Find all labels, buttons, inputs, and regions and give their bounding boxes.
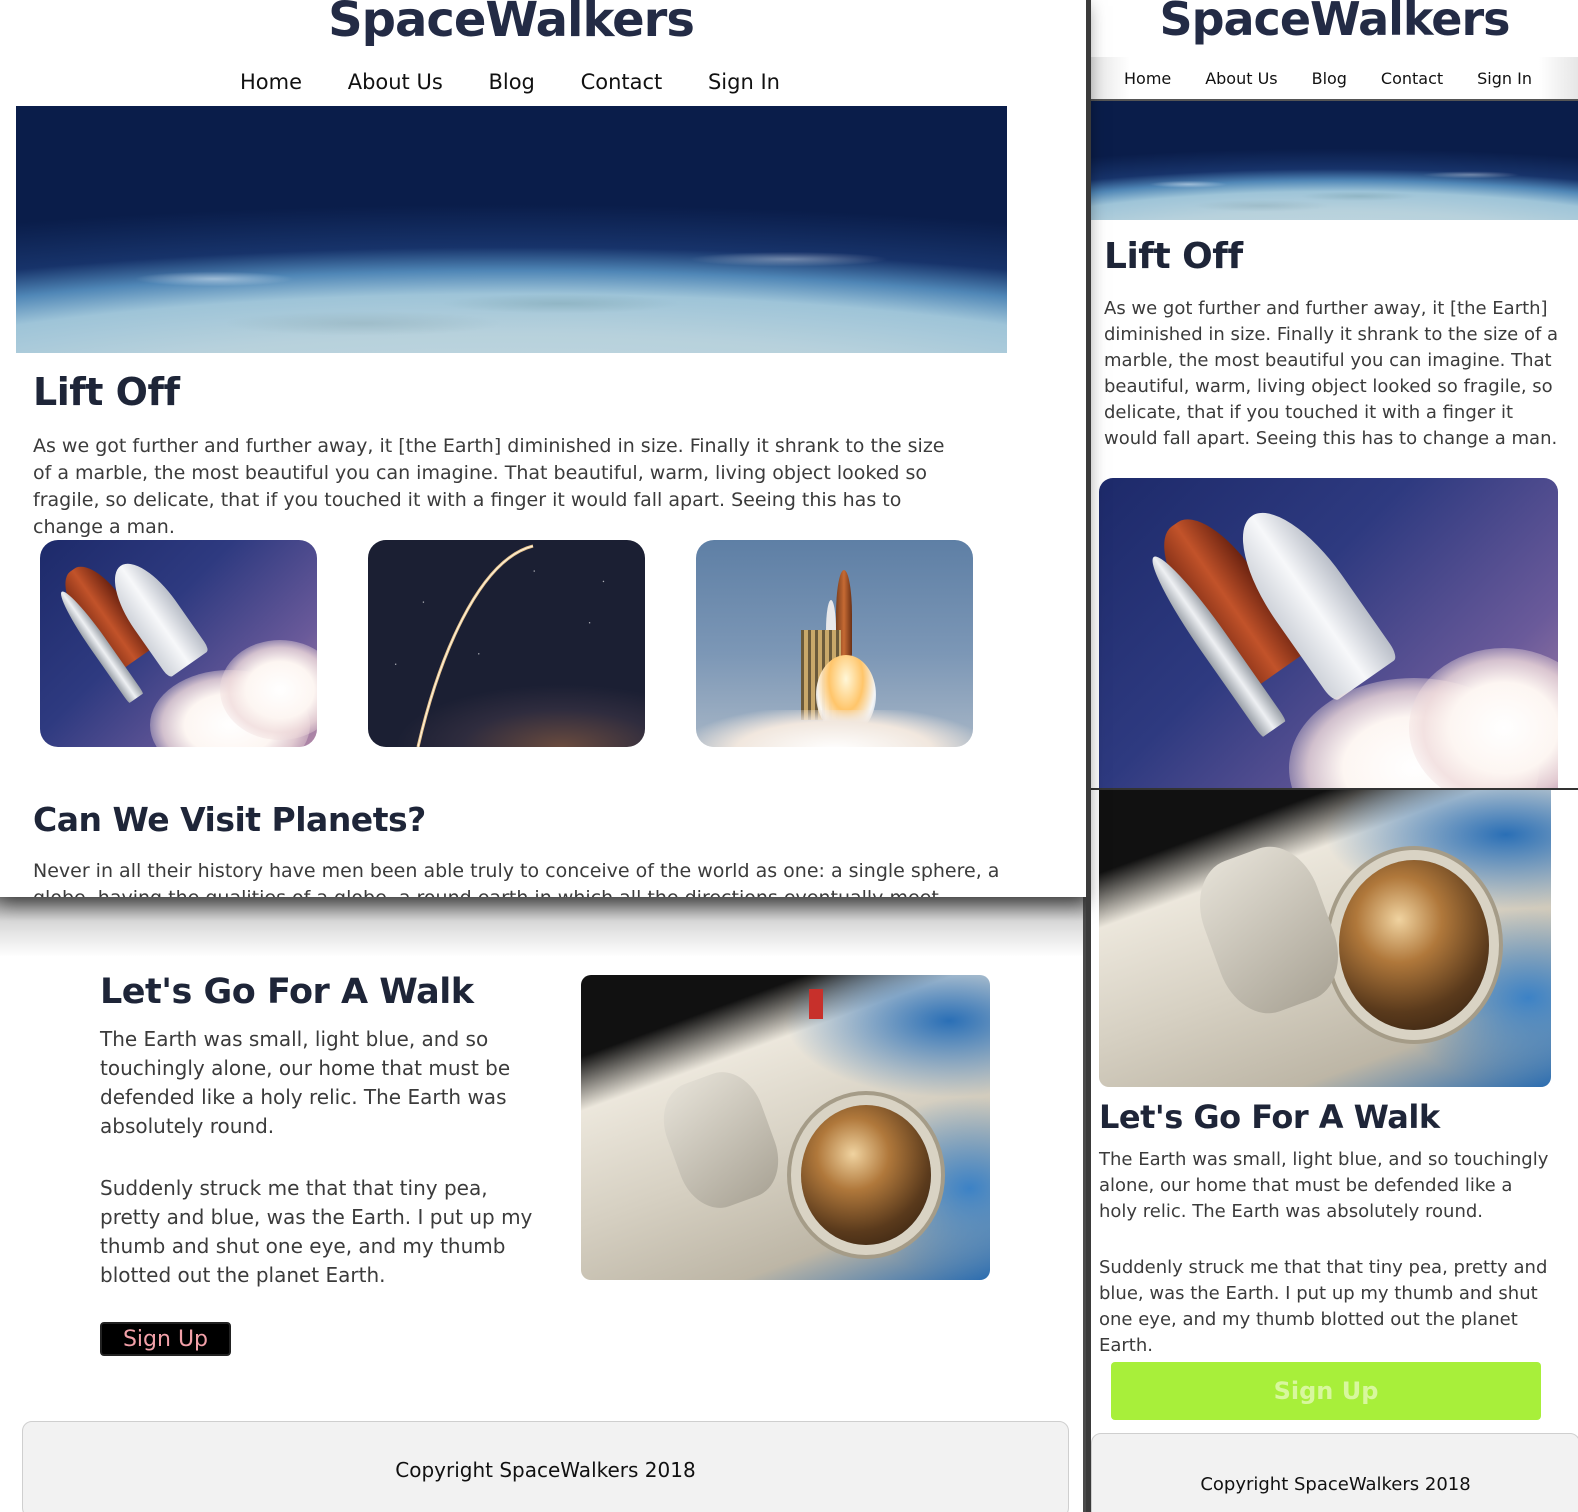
mobile-sign-up-button[interactable]: Sign Up [1111, 1362, 1541, 1420]
nav-sign-in[interactable]: Sign In [708, 70, 780, 94]
desktop-view-bottom: Let's Go For A Walk The Earth was small,… [0, 897, 1083, 1512]
window-divider [1086, 0, 1091, 1512]
desktop-view-top: SpaceWalkers Home About Us Blog Contact … [0, 0, 1086, 897]
mobile-nav-contact[interactable]: Contact [1381, 69, 1443, 88]
planets-heading: Can We Visit Planets? [33, 800, 426, 839]
nav-contact[interactable]: Contact [581, 70, 663, 94]
mobile-astronaut-image [1099, 790, 1551, 1087]
footer-copyright: Copyright SpaceWalkers 2018 [395, 1457, 696, 1482]
walk-paragraph-2: Suddenly struck me that that tiny pea, p… [100, 1176, 533, 1287]
mobile-earth-horizon-image [1091, 101, 1578, 220]
mobile-shuttle-image [1099, 478, 1558, 788]
walk-paragraph-1: The Earth was small, light blue, and so … [100, 1027, 511, 1138]
mobile-site-logo[interactable]: SpaceWalkers [1091, 0, 1578, 46]
shadow-band [0, 897, 1083, 957]
mobile-nav-sign-in[interactable]: Sign In [1477, 69, 1532, 88]
mobile-footer-copyright: Copyright SpaceWalkers 2018 [1200, 1473, 1471, 1495]
earth-horizon-image [16, 106, 1007, 353]
mobile-lift-off-heading: Lift Off [1104, 236, 1243, 277]
shuttle-image [40, 540, 317, 747]
mobile-walk-paragraph-1: The Earth was small, light blue, and so … [1099, 1149, 1549, 1222]
mobile-footer: Copyright SpaceWalkers 2018 [1091, 1433, 1578, 1512]
lift-off-text: As we got further and further away, it [… [33, 435, 945, 538]
nav-about-us[interactable]: About Us [348, 70, 443, 94]
walk-heading: Let's Go For A Walk [100, 972, 474, 1012]
mobile-walk-paragraph-2: Suddenly struck me that that tiny pea, p… [1099, 1257, 1548, 1356]
mobile-nav-bar: Home About Us Blog Contact Sign In [1091, 57, 1578, 101]
launch-arc-image [368, 540, 645, 747]
mobile-lift-off-text: As we got further and further away, it [… [1104, 298, 1559, 449]
planets-text: Never in all their history have men been… [33, 860, 1000, 882]
main-nav: Home About Us Blog Contact Sign In [240, 70, 780, 94]
mobile-walk-heading: Let's Go For A Walk [1099, 1098, 1440, 1136]
site-logo[interactable]: SpaceWalkers [0, 0, 1022, 48]
astronaut-image [581, 975, 990, 1280]
mobile-nav-home[interactable]: Home [1124, 69, 1171, 88]
footer: Copyright SpaceWalkers 2018 [22, 1421, 1069, 1512]
lift-off-heading: Lift Off [33, 370, 180, 414]
launch-pad-image [696, 540, 973, 747]
mobile-nav-about-us[interactable]: About Us [1205, 69, 1277, 88]
nav-home[interactable]: Home [240, 70, 302, 94]
planets-text-continued: globe, having the qualities of a globe, … [33, 885, 1013, 897]
launch-trail-icon [416, 544, 534, 747]
mobile-view-bottom: Let's Go For A Walk The Earth was small,… [1091, 790, 1578, 1512]
sign-up-button[interactable]: Sign Up [100, 1322, 231, 1356]
mobile-main-nav: Home About Us Blog Contact Sign In [1124, 69, 1532, 88]
mobile-view-top: SpaceWalkers Home About Us Blog Contact … [1091, 0, 1578, 790]
mobile-nav-blog[interactable]: Blog [1312, 69, 1347, 88]
nav-blog[interactable]: Blog [488, 70, 534, 94]
